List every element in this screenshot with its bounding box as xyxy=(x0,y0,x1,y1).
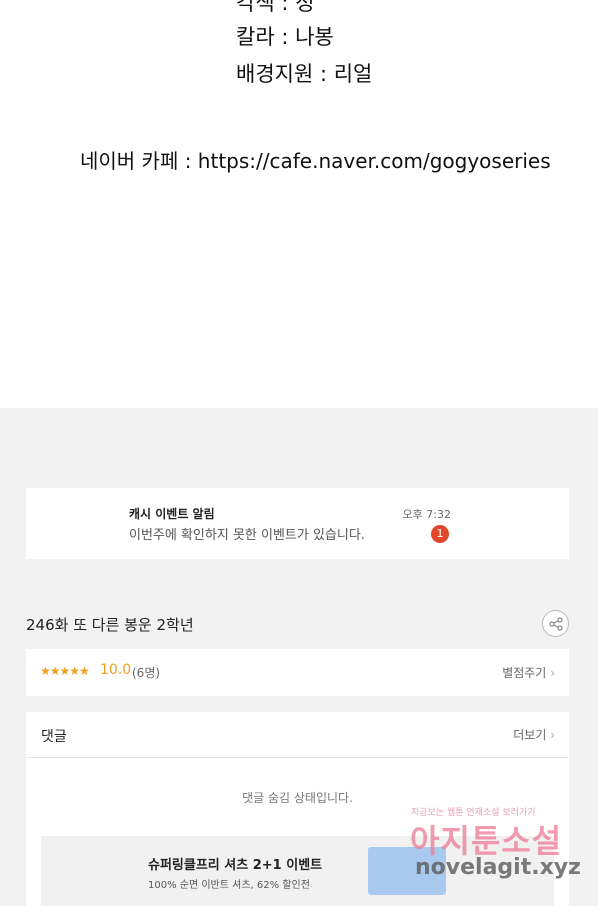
share-icon xyxy=(548,616,563,631)
rating-bar: ★★★★★ 10.0 (6명) 별점주기 › xyxy=(26,649,569,696)
rate-button[interactable]: 별점주기 › xyxy=(502,664,555,681)
notification-title: 캐시 이벤트 알림 xyxy=(129,507,215,521)
rating-score: 10.0 xyxy=(100,662,132,678)
chevron-right-icon: › xyxy=(550,728,555,742)
credit-color-line: 칼라 : 나봉 xyxy=(236,25,334,49)
episode-title: 246화 또 다른 봉운 2학년 xyxy=(26,616,194,634)
comments-title: 댓글 xyxy=(41,729,67,745)
share-button[interactable] xyxy=(542,610,569,637)
comments-more-button[interactable]: 더보기 › xyxy=(513,726,555,743)
credit-background-line: 배경지원 : 리얼 xyxy=(236,62,373,86)
watermark-url: novelagit.xyz xyxy=(415,855,581,880)
rating-stars: ★★★★★ xyxy=(40,664,90,678)
rate-button-label: 별점주기 xyxy=(502,666,547,680)
credit-cafe-line: 네이버 카페 : https://cafe.naver.com/gogyoser… xyxy=(80,149,551,173)
ad-subtitle: 100% 순면 이반트 셔츠, 62% 할인전 xyxy=(148,880,310,891)
watermark: 지금보는 웹툰 연재소설 보러가기 아지툰소설 novelagit.xyz xyxy=(405,800,595,890)
notification-time: 오후 7:32 xyxy=(402,508,451,521)
notification-badge: 1 xyxy=(431,525,449,543)
more-button-label: 더보기 xyxy=(513,728,547,742)
ad-title: 슈퍼링클프리 셔츠 2+1 이벤트 xyxy=(148,858,323,873)
chevron-right-icon: › xyxy=(550,666,555,680)
cash-event-notification[interactable]: 캐시 이벤트 알림 이번주에 확인하지 못한 이벤트가 있습니다. 오후 7:3… xyxy=(26,488,569,559)
credit-partial-line: 각색 : 정 xyxy=(236,0,315,15)
comments-header: 댓글 더보기 › xyxy=(26,712,569,758)
rating-count: (6명) xyxy=(132,666,161,680)
notification-message: 이번주에 확인하지 못한 이벤트가 있습니다. xyxy=(129,528,365,543)
credits-panel: 각색 : 정 칼라 : 나봉 배경지원 : 리얼 네이버 카페 : https:… xyxy=(0,0,598,408)
